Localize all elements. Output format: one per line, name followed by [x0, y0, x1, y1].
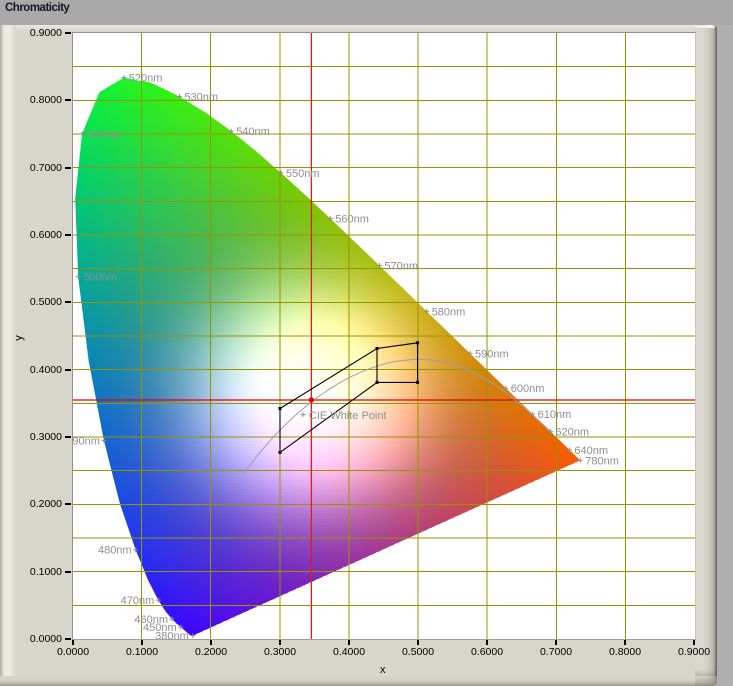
svg-text:560nm: 560nm — [335, 214, 369, 226]
svg-text:480nm: 480nm — [98, 545, 132, 557]
svg-text:620nm: 620nm — [555, 426, 589, 438]
svg-text:780nm: 780nm — [585, 455, 619, 467]
svg-text:570nm: 570nm — [384, 261, 418, 273]
svg-text:540nm: 540nm — [236, 126, 270, 138]
svg-text:580nm: 580nm — [432, 306, 466, 318]
svg-text:510nm: 510nm — [87, 129, 121, 141]
svg-text:CIE White Point: CIE White Point — [309, 410, 387, 422]
svg-text:520nm: 520nm — [129, 73, 163, 85]
svg-text:590nm: 590nm — [475, 348, 509, 360]
svg-text:610nm: 610nm — [538, 409, 572, 421]
svg-text:470nm: 470nm — [121, 595, 155, 607]
svg-text:490nm: 490nm — [73, 435, 100, 447]
svg-text:500nm: 500nm — [83, 272, 117, 284]
svg-text:550nm: 550nm — [286, 168, 320, 180]
svg-text:600nm: 600nm — [511, 383, 545, 395]
svg-text:460nm: 460nm — [134, 614, 168, 626]
svg-text:530nm: 530nm — [184, 91, 218, 103]
